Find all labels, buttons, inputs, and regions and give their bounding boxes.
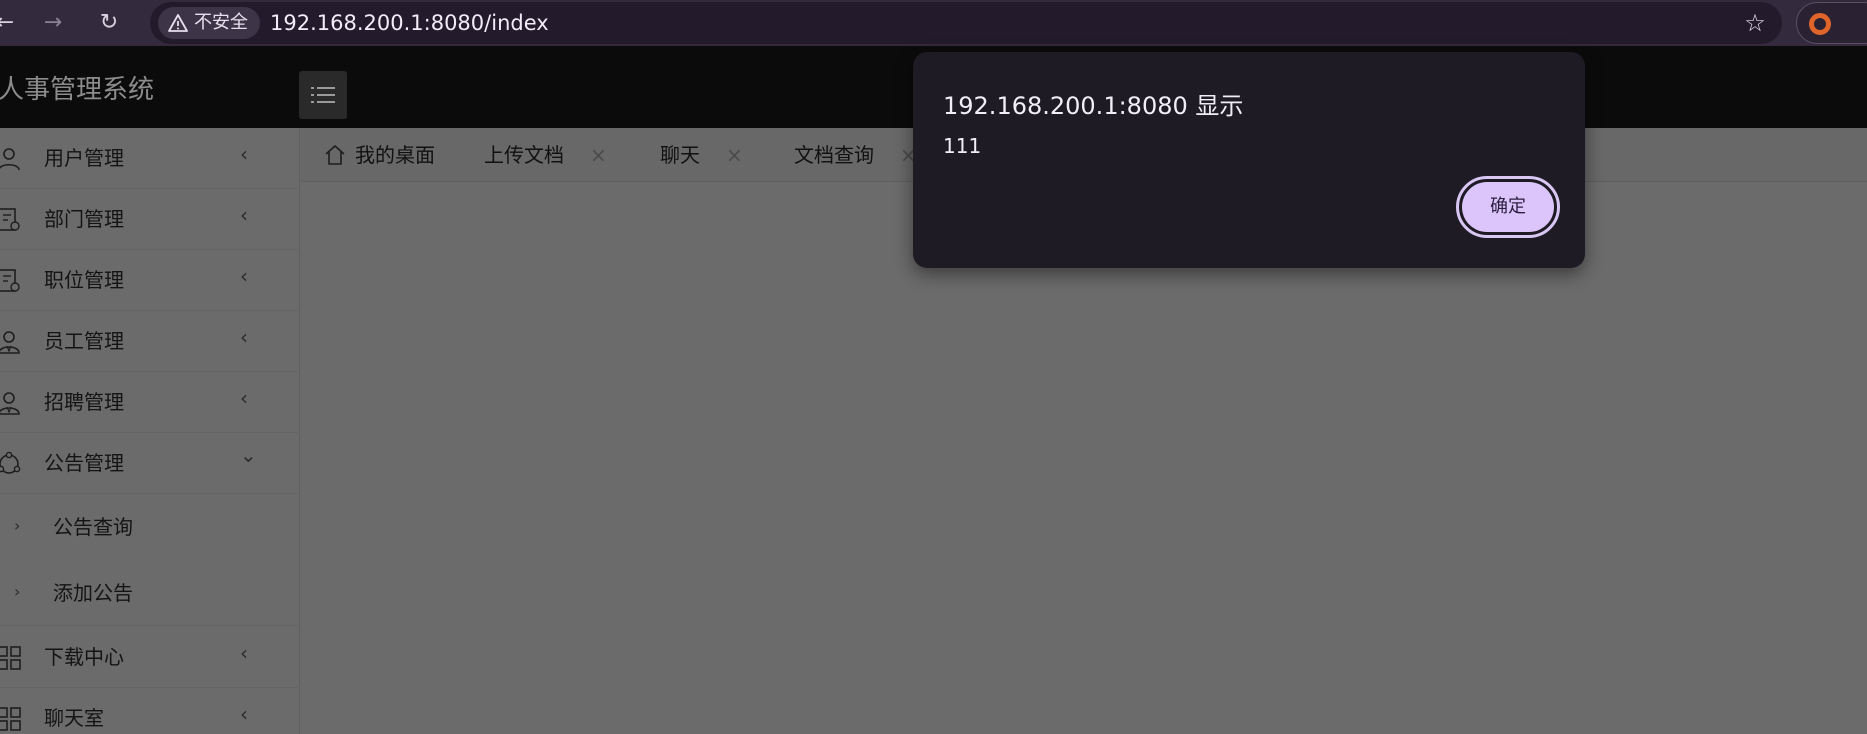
sidebar-item-recruitment-management[interactable]: 招聘管理 ‹	[0, 372, 300, 433]
grid-icon	[0, 646, 21, 670]
tab-label: 上传文档	[484, 143, 564, 167]
chevron-left-icon: ‹	[240, 264, 248, 288]
warning-icon	[168, 14, 188, 32]
sidebar-subitem-announcement-query[interactable]: › 公告查询	[0, 494, 300, 560]
profile-button[interactable]	[1796, 2, 1867, 44]
close-icon[interactable]: ×	[726, 128, 743, 182]
address-bar[interactable]: 不安全 192.168.200.1:8080/index ☆	[150, 2, 1782, 44]
tab-desktop[interactable]: 我的桌面	[323, 128, 435, 182]
app-title: 人事管理系统	[0, 75, 155, 105]
chevron-right-icon: ›	[14, 516, 21, 535]
chevron-right-icon: ›	[14, 582, 21, 601]
sidebar-item-employee-management[interactable]: 员工管理 ‹	[0, 311, 300, 372]
document-icon	[0, 269, 20, 292]
tab-label: 我的桌面	[355, 143, 435, 167]
employee-icon	[0, 331, 20, 354]
star-icon[interactable]: ☆	[1742, 10, 1768, 36]
grid-icon	[0, 707, 21, 731]
url-text[interactable]: 192.168.200.1:8080/index	[270, 2, 549, 44]
sidebar-item-user-management[interactable]: 用户管理 ‹	[0, 128, 300, 189]
sidebar-item-announcement-management[interactable]: 公告管理 ⌄	[0, 433, 300, 494]
profile-icon	[1809, 13, 1831, 35]
security-label: 不安全	[194, 12, 248, 33]
back-icon[interactable]: ←	[0, 10, 18, 36]
security-chip[interactable]: 不安全	[158, 7, 260, 39]
sidebar-item-label: 用户管理	[44, 146, 124, 170]
sidebar-item-label: 下载中心	[44, 645, 124, 669]
chevron-left-icon: ‹	[240, 641, 248, 665]
tab-label: 文档查询	[794, 143, 874, 167]
browser-toolbar: ← → ↻ 不安全 192.168.200.1:8080/index ☆	[0, 0, 1867, 46]
tab-upload-document[interactable]: 上传文档 ×	[484, 128, 607, 182]
sidebar-subitem-add-announcement[interactable]: › 添加公告	[0, 560, 300, 626]
ok-button-label: 确定	[1462, 182, 1554, 232]
tab-chat[interactable]: 聊天 ×	[660, 128, 743, 182]
sidebar-item-label: 员工管理	[44, 329, 124, 353]
sidebar-item-label: 聊天室	[44, 706, 104, 730]
tab-document-query[interactable]: 文档查询 ×	[794, 128, 917, 182]
sidebar-item-chat-room[interactable]: 聊天室 ‹	[0, 688, 300, 734]
sidebar-item-label: 职位管理	[44, 268, 124, 292]
sidebar-item-label: 部门管理	[44, 207, 124, 231]
chevron-left-icon: ‹	[240, 325, 248, 349]
sidebar-subitem-label: 公告查询	[53, 515, 133, 539]
ok-button[interactable]: 确定	[1456, 176, 1560, 238]
alert-dialog: 192.168.200.1:8080 显示 111 确定	[913, 52, 1585, 268]
sidebar-subitem-label: 添加公告	[53, 581, 133, 605]
close-icon[interactable]: ×	[590, 128, 607, 182]
sidebar: 用户管理 ‹ 部门管理 ‹ 职位管理 ‹ 员工管理 ‹ 招聘管理 ‹ 公告管理 …	[0, 128, 300, 734]
dialog-title: 192.168.200.1:8080 显示	[943, 92, 1244, 120]
sidebar-item-download-center[interactable]: 下载中心 ‹	[0, 627, 300, 688]
dialog-message: 111	[943, 134, 982, 158]
tab-label: 聊天	[660, 143, 700, 167]
chevron-down-icon: ⌄	[240, 443, 257, 467]
employee-icon	[0, 392, 20, 415]
menu-toggle-button[interactable]	[299, 71, 347, 119]
chevron-left-icon: ‹	[240, 386, 248, 410]
chevron-left-icon: ‹	[240, 142, 248, 166]
forward-icon[interactable]: →	[40, 10, 66, 36]
chevron-left-icon: ‹	[240, 702, 248, 726]
chevron-left-icon: ‹	[240, 203, 248, 227]
reload-icon[interactable]: ↻	[96, 10, 122, 36]
share-icon	[0, 451, 21, 474]
document-icon	[0, 208, 20, 231]
sidebar-item-position-management[interactable]: 职位管理 ‹	[0, 250, 300, 311]
sidebar-item-department-management[interactable]: 部门管理 ‹	[0, 189, 300, 250]
user-icon	[0, 148, 20, 171]
home-icon	[325, 145, 345, 165]
list-icon	[311, 87, 335, 103]
sidebar-item-label: 招聘管理	[44, 390, 124, 414]
sidebar-item-label: 公告管理	[44, 451, 124, 475]
